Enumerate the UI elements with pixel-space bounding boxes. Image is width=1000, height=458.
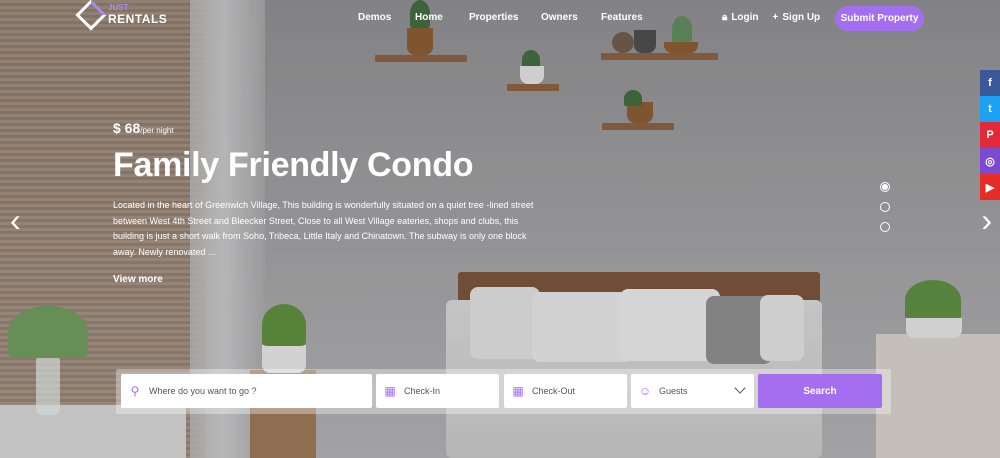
twitter-icon[interactable]: t (980, 96, 1000, 122)
pinterest-icon[interactable]: P (980, 122, 1000, 148)
prev-slide-arrow-icon[interactable]: ‹ (10, 204, 21, 236)
price-value: $ 68 (113, 120, 141, 136)
property-title: Family Friendly Condo (113, 146, 474, 184)
chevron-down-icon (734, 382, 746, 394)
instagram-icon[interactable]: ◎ (980, 148, 1000, 174)
logo[interactable]: JUST RENTALS (75, 0, 168, 31)
checkin-field[interactable]: ▦ Check-In (376, 374, 499, 408)
price: $ 68/per night (113, 120, 174, 136)
youtube-icon[interactable]: ▶ (980, 174, 1000, 200)
plus-icon: + (772, 12, 779, 23)
logo-icon (75, 0, 107, 31)
calendar-icon: ▦ (384, 384, 396, 398)
logo-text: RENTALS (108, 12, 168, 26)
logo-top-text: JUST (108, 3, 129, 12)
nav-item-properties[interactable]: Properties (469, 12, 541, 23)
signup-link[interactable]: + Sign Up (773, 12, 821, 23)
facebook-icon[interactable]: f (980, 70, 1000, 96)
checkout-placeholder: Check-Out (532, 386, 576, 396)
location-field[interactable]: ⚲ Where do you want to go ? (121, 374, 372, 408)
slide-dot[interactable] (880, 182, 890, 192)
submit-property-button[interactable]: Submit Property (835, 6, 924, 31)
user-icon: ☺ (638, 384, 652, 398)
location-placeholder: Where do you want to go ? (149, 386, 257, 396)
nav-item-demos[interactable]: Demos (358, 12, 415, 23)
checkin-placeholder: Check-In (404, 386, 441, 396)
slide-dot[interactable] (880, 202, 890, 212)
lock-icon: 🔒︎ (722, 12, 728, 23)
slide-dot[interactable] (880, 222, 890, 232)
guests-label: Guests (659, 386, 688, 396)
slide-indicators (880, 182, 890, 232)
map-pin-icon: ⚲ (130, 384, 140, 398)
login-link[interactable]: 🔒︎ Login (722, 12, 759, 23)
hero-slider: JUST RENTALS Demos Home Properties Owner… (0, 0, 1000, 458)
auth-links: 🔒︎ Login + Sign Up (722, 12, 820, 23)
signup-label: Sign Up (782, 12, 821, 23)
price-unit: /per night (140, 126, 174, 135)
search-button[interactable]: Search (758, 374, 882, 408)
login-label: Login (731, 12, 759, 23)
next-slide-arrow-icon[interactable]: › (981, 204, 992, 236)
nav-item-owners[interactable]: Owners (541, 12, 601, 23)
property-description: Located in the heart of Greenwich Villag… (113, 200, 534, 257)
main-nav: Demos Home Properties Owners Features (358, 12, 643, 23)
checkout-field[interactable]: ▦ Check-Out (504, 374, 627, 408)
nav-item-features[interactable]: Features (601, 12, 643, 23)
view-more-link[interactable]: View more (113, 274, 163, 285)
nav-item-home[interactable]: Home (415, 12, 469, 23)
guests-select[interactable]: ☺ Guests (631, 374, 754, 408)
calendar-icon: ▦ (512, 384, 524, 398)
social-share-bar: f t P ◎ ▶ (980, 70, 1000, 200)
